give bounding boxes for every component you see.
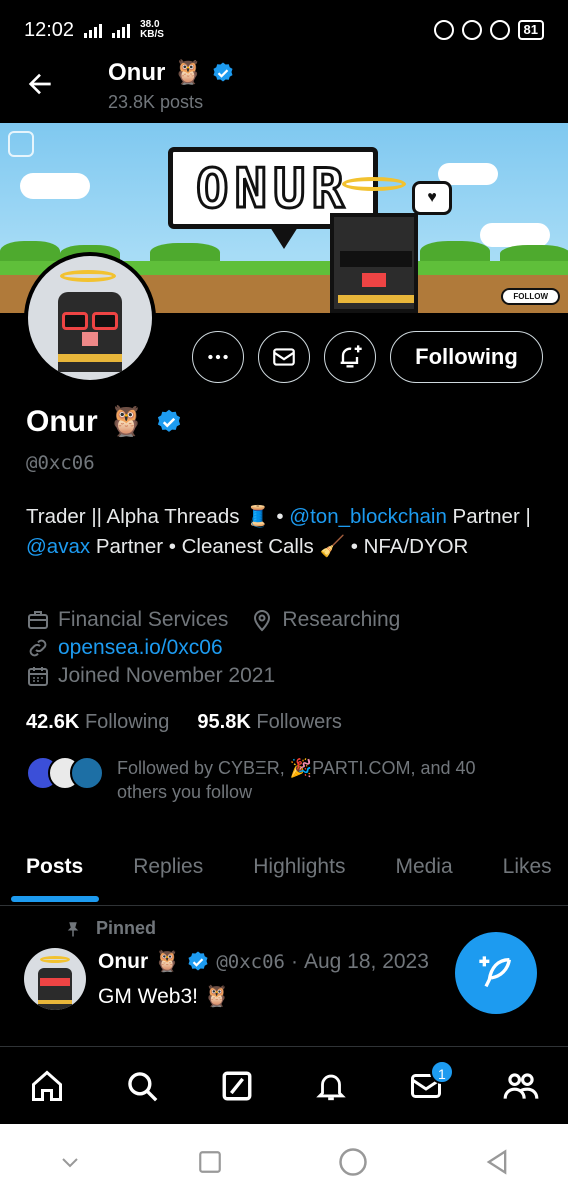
lock-icon [461,20,482,40]
post-header: Onur 🦉 @0xc06 · Aug 18, 2023 [98,950,429,974]
nav-home[interactable] [23,1062,71,1110]
profile-category: Financial Services [58,608,229,631]
banner-owl-character [330,213,418,313]
nav-notifications[interactable] [307,1062,355,1110]
tab-highlights[interactable]: Highlights [227,836,369,905]
profile-header: Onur 🦉 23.8K posts [0,56,568,118]
profile-meta-row-1: Financial Services Researching [26,608,400,632]
header-post-count: 23.8K posts [108,92,204,112]
status-bar: 12:02 38.0 KB/S 81 [0,0,568,60]
back-triangle-icon[interactable] [483,1148,511,1176]
followers-count-link[interactable]: 95.8K Followers [197,711,342,734]
profile-meta-row-3: Joined November 2021 [26,664,275,688]
messages-badge: 1 [429,1059,454,1084]
owl-emoji: 🦉 [107,405,146,438]
location-pin-icon [254,610,271,632]
banner-follow-chip: FOLLOW [501,288,560,305]
profile-location: Researching [282,608,401,631]
profile-bio: Trader || Alpha Threads 🧵 • @ton_blockch… [26,505,531,558]
feather-plus-icon [479,956,511,988]
more-options-button[interactable] [192,331,244,383]
mention-ton-blockchain[interactable]: @ton_blockchain [289,505,447,528]
nav-messages[interactable]: 1 [402,1059,454,1110]
profile-website-link[interactable]: opensea.io/0xc06 [58,636,223,660]
post-author-handle: @0xc06 [216,951,285,973]
more-dots-icon [208,354,228,360]
signal-2-icon [112,22,131,38]
header-title: Onur 🦉 [108,58,235,87]
post-separator: · [290,950,298,973]
message-button[interactable] [258,331,310,383]
profile-avatar[interactable] [24,252,156,384]
notifications-subscribe-button[interactable] [324,331,376,383]
network-speed: 38.0 KB/S [140,19,164,40]
tab-replies[interactable]: Replies [107,836,227,905]
active-tab-indicator [11,896,99,902]
bottom-navigation: 1 [0,1046,568,1124]
recents-square-icon[interactable] [197,1149,223,1175]
nav-communities[interactable] [497,1062,545,1110]
follow-counts: 42.6K Following 95.8K Followers [26,711,342,734]
system-navigation-bar [0,1124,568,1200]
link-icon [29,639,47,657]
following-count-link[interactable]: 42.6K Following [26,711,169,734]
verified-badge-icon [213,62,233,81]
pinned-indicator: Pinned [64,918,156,939]
followed-by-avatars[interactable] [26,756,104,790]
status-time: 12:02 [24,18,75,41]
profile-handle: @0xc06 [26,452,95,474]
grok-icon [222,1071,252,1100]
home-icon [32,1069,63,1101]
alarm-icon [489,20,510,40]
envelope-icon [273,348,295,366]
verified-badge-icon [188,951,208,971]
tab-media[interactable]: Media [369,836,476,905]
post-author-name[interactable]: Onur [98,950,148,974]
back-arrow-icon[interactable] [24,68,56,100]
heart-bubble-icon: ♥ [412,181,452,215]
mention-avax[interactable]: @avax [26,535,90,558]
post-text: GM Web3! 🦉 [98,985,230,1008]
briefcase-icon [28,611,48,629]
following-button[interactable]: Following [390,331,543,383]
search-icon [128,1071,158,1101]
battery-indicator: 81 [517,20,544,40]
profile-meta-row-2: opensea.io/0xc06 [26,636,223,660]
post-author-avatar[interactable] [24,948,86,1010]
home-circle-icon[interactable] [338,1147,368,1177]
mute-icon [433,20,454,40]
pin-icon [67,921,79,936]
compose-post-button[interactable] [455,932,537,1014]
chevron-down-icon[interactable] [58,1150,82,1174]
robot-icon [8,131,34,157]
nav-grok[interactable] [213,1062,261,1110]
owl-emoji: 🦉 [154,950,181,973]
owl-emoji: 🦉 [173,59,204,86]
calendar-icon [28,667,48,686]
nav-search[interactable] [118,1062,166,1110]
profile-joined-date: Joined November 2021 [58,664,276,687]
profile-name: Onur 🦉 [26,404,183,439]
bell-plus-icon [340,345,362,368]
verified-badge-icon [157,409,181,432]
communities-icon [503,1072,539,1099]
followed-by-text[interactable]: Followed by CYBΞR, 🎉PARTI.COM, and 40 ot… [117,756,517,804]
post-date: Aug 18, 2023 [303,950,429,973]
tab-likes[interactable]: Likes [477,836,568,905]
signal-icon [84,22,103,38]
notifications-icon [316,1074,347,1100]
